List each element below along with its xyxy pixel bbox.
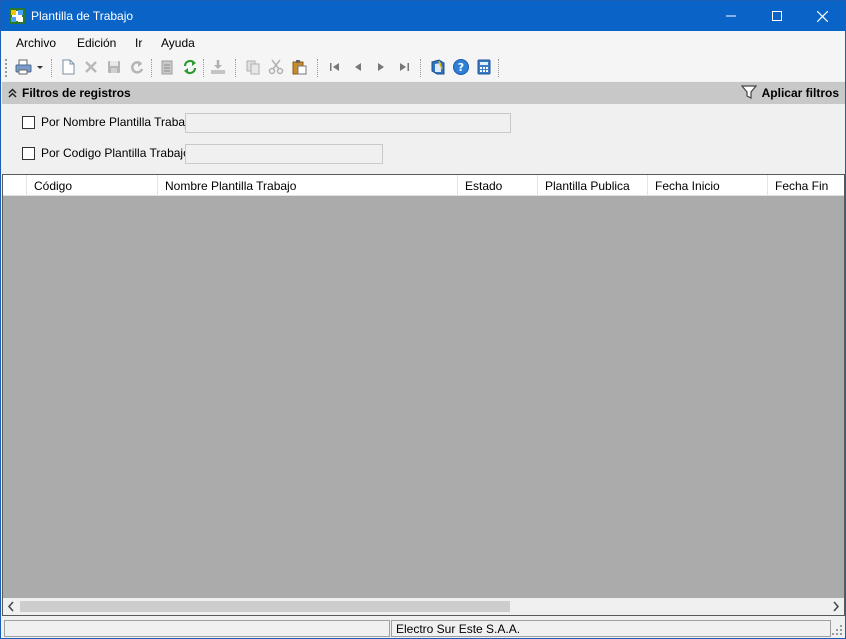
toolbar-separator <box>235 59 236 77</box>
column-header-fecha-inicio[interactable]: Fecha Inicio <box>648 175 768 196</box>
refresh-icon <box>182 59 198 78</box>
column-header-fecha-fin[interactable]: Fecha Fin <box>768 175 844 196</box>
delete-icon <box>83 59 99 78</box>
menu-edicion[interactable]: Edición <box>77 36 116 50</box>
last-record-icon <box>398 61 410 76</box>
scroll-left-icon[interactable] <box>7 601 17 612</box>
by-name-label: Por Nombre Plantilla Trabajo: <box>41 115 198 129</box>
toolbar-separator <box>498 59 499 77</box>
toolbar-grip[interactable] <box>5 59 8 77</box>
calculator-icon <box>476 59 492 78</box>
filter-panel-title: Filtros de registros <box>22 86 131 100</box>
by-name-checkbox[interactable] <box>22 116 35 129</box>
export-icon <box>210 59 226 78</box>
column-header-estado[interactable]: Estado <box>458 175 538 196</box>
menu-bar: Archivo Edición Ir Ayuda <box>1 31 845 55</box>
title-bar[interactable]: Plantilla de Trabajo <box>1 1 845 31</box>
toolbar-separator <box>151 59 152 77</box>
collapse-icon[interactable] <box>8 87 17 101</box>
toolbar-separator <box>317 59 318 77</box>
notes-icon <box>159 59 175 78</box>
column-header-plantilla-publica[interactable]: Plantilla Publica <box>538 175 648 196</box>
print-button[interactable] <box>13 58 45 78</box>
menu-ayuda[interactable]: Ayuda <box>161 36 195 50</box>
app-icon <box>9 8 25 24</box>
first-record-button[interactable] <box>325 58 345 78</box>
notes-button[interactable] <box>157 58 177 78</box>
new-button[interactable] <box>58 58 78 78</box>
menu-archivo[interactable]: Archivo <box>16 36 56 50</box>
by-code-checkbox[interactable] <box>22 147 35 160</box>
menu-ir[interactable]: Ir <box>135 36 142 50</box>
status-panel-left <box>4 620 390 637</box>
status-bar: Electro Sur Este S.A.A. <box>2 618 845 638</box>
undo-icon <box>129 59 145 78</box>
apply-filters-label: Aplicar filtros <box>761 86 839 100</box>
row-header-column[interactable] <box>3 175 27 196</box>
filter-panel-body: Por Nombre Plantilla Trabajo: Por Codigo… <box>2 104 845 174</box>
paste-icon <box>291 59 307 78</box>
manual-icon <box>430 58 446 78</box>
by-code-label: Por Codigo Plantilla Trabajo: <box>41 146 194 160</box>
copy-button[interactable] <box>243 58 263 78</box>
refresh-button[interactable] <box>180 58 200 78</box>
column-header-codigo[interactable]: Código <box>27 175 158 196</box>
scroll-right-icon[interactable] <box>832 601 842 612</box>
toolbar-separator <box>203 59 204 77</box>
status-company: Electro Sur Este S.A.A. <box>391 620 831 637</box>
maximize-button[interactable] <box>754 1 800 31</box>
by-name-input[interactable] <box>185 113 511 133</box>
toolbar: ? <box>1 55 845 81</box>
main-window: Plantilla de Trabajo Archivo Edición Ir … <box>0 0 846 639</box>
next-record-icon <box>375 61 387 76</box>
data-grid[interactable]: Código Nombre Plantilla Trabajo Estado P… <box>2 174 845 616</box>
save-button[interactable] <box>104 58 124 78</box>
grid-header: Código Nombre Plantilla Trabajo Estado P… <box>3 175 844 196</box>
toolbar-separator <box>420 59 421 77</box>
help-icon: ? <box>453 58 469 78</box>
by-code-input[interactable] <box>185 144 383 164</box>
cut-icon <box>268 59 284 78</box>
cut-button[interactable] <box>266 58 286 78</box>
last-record-button[interactable] <box>394 58 414 78</box>
apply-filters-button[interactable]: Aplicar filtros <box>740 84 839 102</box>
undo-button[interactable] <box>127 58 147 78</box>
calculator-button[interactable] <box>474 58 494 78</box>
first-record-icon <box>329 61 341 76</box>
minimize-button[interactable] <box>708 1 754 31</box>
window-title: Plantilla de Trabajo <box>31 9 134 23</box>
manual-button[interactable] <box>428 58 448 78</box>
paste-button[interactable] <box>289 58 309 78</box>
toolbar-separator <box>51 59 52 77</box>
previous-record-icon <box>352 61 364 76</box>
resize-grip-icon[interactable] <box>831 624 843 636</box>
funnel-icon <box>740 84 757 102</box>
next-record-button[interactable] <box>371 58 391 78</box>
export-button[interactable] <box>208 58 228 78</box>
print-icon <box>15 59 43 78</box>
previous-record-button[interactable] <box>348 58 368 78</box>
horizontal-scrollbar[interactable] <box>3 598 844 615</box>
scrollbar-thumb[interactable] <box>20 601 510 612</box>
svg-text:?: ? <box>458 61 464 74</box>
save-icon <box>106 59 122 78</box>
delete-button[interactable] <box>81 58 101 78</box>
new-document-icon <box>60 59 76 78</box>
copy-icon <box>245 59 261 78</box>
filter-panel-header: Filtros de registros Aplicar filtros <box>2 82 845 104</box>
close-button[interactable] <box>799 1 845 31</box>
column-header-nombre[interactable]: Nombre Plantilla Trabajo <box>158 175 458 196</box>
help-button[interactable]: ? <box>451 58 471 78</box>
